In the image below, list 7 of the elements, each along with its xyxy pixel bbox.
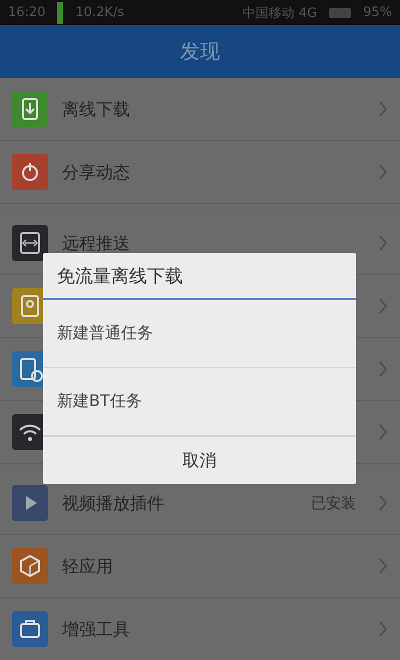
page-title: 发现	[180, 38, 220, 65]
dialog-title: 免流量离线下载	[43, 253, 356, 300]
battery-level: 95%	[363, 5, 392, 20]
network-speed: 10.2K/s	[75, 5, 124, 20]
carrier-name: 中国移动 4G	[242, 4, 318, 22]
status-text: 已安装	[311, 494, 356, 512]
status-time: 16:20	[8, 5, 46, 20]
